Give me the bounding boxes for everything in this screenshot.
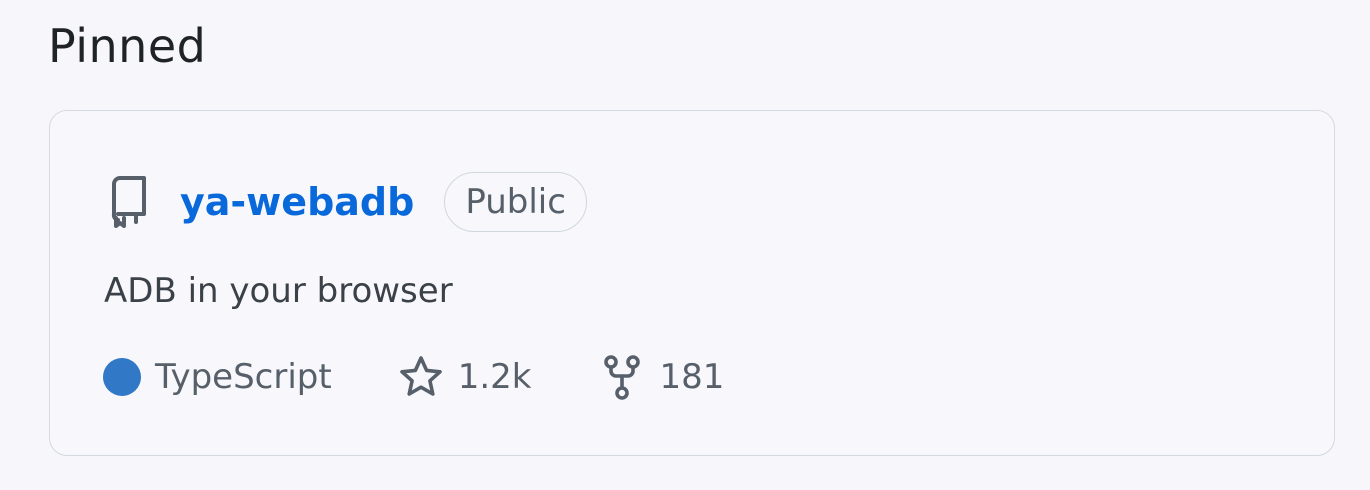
repo-header: ya-webadb Public	[106, 169, 587, 235]
repo-meta: TypeScript 1.2k 181	[103, 349, 724, 405]
stars-count: 1.2k	[457, 357, 532, 397]
repo-description: ADB in your browser	[104, 271, 453, 311]
fork-icon	[599, 354, 645, 400]
stars-link[interactable]: 1.2k	[398, 354, 532, 400]
star-icon	[398, 354, 444, 400]
repo-name-link[interactable]: ya-webadb	[180, 177, 414, 227]
repo-icon	[106, 174, 150, 230]
language-label: TypeScript	[155, 357, 332, 397]
pinned-heading: Pinned	[48, 19, 207, 73]
language-color-dot	[103, 358, 141, 396]
forks-link[interactable]: 181	[599, 354, 724, 400]
language-item: TypeScript	[103, 357, 332, 397]
forks-count: 181	[659, 357, 725, 397]
pinned-repo-card: ya-webadb Public ADB in your browser Typ…	[49, 110, 1335, 456]
visibility-badge: Public	[444, 172, 587, 232]
